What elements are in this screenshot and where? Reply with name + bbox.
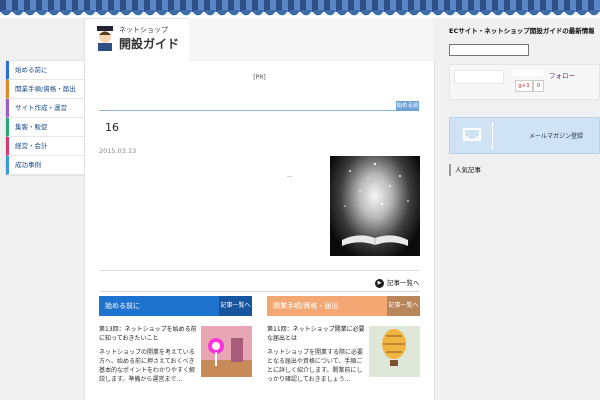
nav-item-procedure[interactable]: 開業手順/資格・届出	[6, 80, 84, 99]
section-divider-2	[99, 291, 419, 292]
logo-mascot-icon	[97, 26, 113, 51]
header-banner-area	[189, 18, 433, 60]
envelope-icon	[463, 128, 481, 142]
category-box-header[interactable]: 開業手順/資格・届出 記事一覧へ	[267, 296, 420, 316]
article-thumbnail[interactable]	[201, 326, 252, 377]
post-title[interactable]: 16	[105, 121, 119, 134]
article-excerpt: ネットショップを開業する際に必要となる届出や資格について、手順ごとに詳しく紹介し…	[267, 349, 364, 383]
main-content: [PR] 始める前に 16 2015.03.13 ... ▶ 記事一覧へ 始める前…	[84, 61, 435, 400]
post-excerpt: ...	[287, 172, 293, 179]
article-excerpt: ネットショップの開業を考えている方へ、始める前に押さえておくべき基本的なポイント…	[99, 349, 196, 383]
nav-item-cases[interactable]: 成功事例	[6, 156, 84, 175]
category-box-title: 始める前に	[105, 302, 140, 310]
awning-scallop	[0, 10, 600, 18]
mail-magazine-banner[interactable]: メールマガジン登録	[449, 117, 600, 154]
category-divider	[99, 110, 419, 111]
arrow-right-icon: ▶	[375, 278, 384, 288]
candy-land-image	[201, 326, 252, 377]
nav-item-marketing[interactable]: 集客・販促	[6, 118, 84, 137]
site-logo[interactable]: ネットショップ 開設ガイド	[84, 18, 190, 62]
more-articles-label: 記事一覧へ	[387, 279, 420, 287]
logo-small-text: ネットショップ	[119, 26, 168, 34]
category-box-start: 始める前に 記事一覧へ 第13回：ネットショップを始める前に知っておきたいこと …	[99, 296, 252, 400]
article-title[interactable]: 第11回：ネットショップ開業に必要な届出とは	[267, 325, 367, 343]
nav-item-start[interactable]: 始める前に	[6, 61, 84, 80]
sidebar-heading: ECサイト・ネットショップ開設ガイドの最新情報をお届け	[449, 27, 594, 35]
category-list-link[interactable]: 記事一覧へ	[219, 296, 252, 316]
category-list-link[interactable]: 記事一覧へ	[387, 296, 420, 316]
social-widget[interactable]	[454, 70, 504, 84]
nav-item-site[interactable]: サイト作成・運営	[6, 99, 84, 118]
category-box-procedure: 開業手順/資格・届出 記事一覧へ 第11回：ネットショップ開業に必要な届出とは …	[267, 296, 420, 400]
pr-label: [PR]	[253, 74, 266, 81]
mail-magazine-label: メールマガジン登録	[529, 133, 584, 140]
search-input[interactable]	[449, 44, 529, 56]
logo-title: 開設ガイド	[119, 37, 180, 51]
category-box-header[interactable]: 始める前に 記事一覧へ	[99, 296, 252, 316]
article-thumbnail[interactable]	[369, 326, 420, 377]
article-title[interactable]: 第13回：ネットショップを始める前に知っておきたいこと	[99, 325, 199, 343]
hot-air-balloon-image	[369, 326, 420, 377]
post-thumbnail[interactable]	[330, 156, 420, 256]
gplus-button[interactable]: g+1	[515, 80, 533, 92]
category-tag[interactable]: 始める前に	[396, 101, 419, 119]
more-articles-link[interactable]: ▶ 記事一覧へ	[375, 277, 420, 288]
post-date: 2015.03.13	[99, 147, 137, 155]
magic-book-image	[342, 162, 409, 246]
social-widget-2[interactable]	[513, 70, 543, 76]
section-divider	[99, 270, 419, 271]
mail-divider	[492, 122, 493, 149]
gplus-count: 0	[533, 80, 544, 92]
nav-item-management[interactable]: 経営・会計	[6, 137, 84, 156]
follow-link[interactable]: フォロー	[549, 70, 575, 80]
popular-articles-title: 人気記事	[449, 164, 600, 176]
category-nav: 始める前に 開業手順/資格・届出 サイト作成・運営 集客・販促 経営・会計 成功…	[5, 60, 85, 176]
category-box-title: 開業手順/資格・届出	[273, 302, 339, 310]
